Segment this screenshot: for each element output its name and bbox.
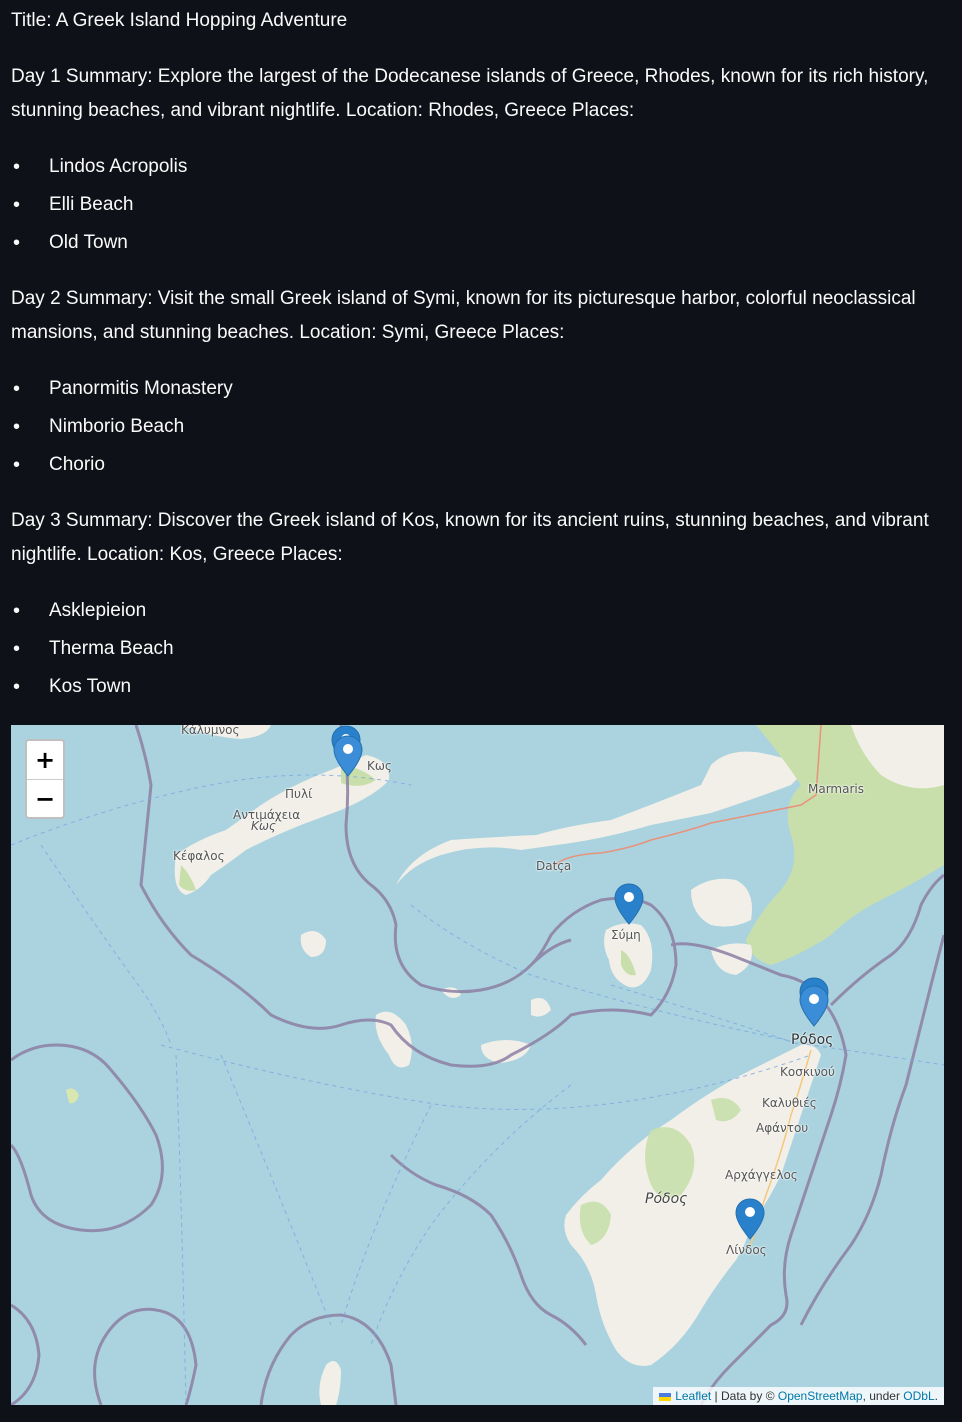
attribution-separator: | Data by © [711, 1389, 778, 1403]
zoom-in-button[interactable]: + [27, 741, 63, 780]
attribution-end: . [934, 1389, 938, 1403]
zoom-out-button[interactable]: − [27, 780, 63, 817]
map-label-kalythies: Καλυθιές [762, 1096, 817, 1110]
map-label-datca: Datça [536, 859, 572, 873]
map-attribution: Leaflet | Data by © OpenStreetMap, under… [653, 1387, 944, 1405]
map-marker-icon[interactable] [614, 883, 644, 925]
map-label-marmaris: Marmaris [808, 782, 864, 796]
place-item: Lindos Acropolis [11, 148, 941, 186]
map-marker-icon[interactable] [333, 735, 363, 777]
map-label-archangelos: Αρχάγγελος [725, 1168, 798, 1182]
place-item: Nimborio Beach [11, 408, 941, 446]
day-2-places: Panormitis Monastery Nimborio Beach Chor… [11, 370, 941, 484]
map-label-rodos-island: Ρόδος [645, 1191, 688, 1207]
zoom-control: + − [25, 739, 65, 819]
map-label-kalymnos: Κάλυμνος [181, 725, 240, 737]
ukraine-flag-icon [659, 1392, 672, 1401]
itinerary: Title: A Greek Island Hopping Adventure … [11, 4, 941, 726]
map-label-kos: Κως [251, 819, 276, 833]
map-label-afantou: Αφάντου [756, 1121, 809, 1135]
map-label-kos-town: Κως [367, 759, 392, 773]
place-item: Old Town [11, 224, 941, 262]
leaflet-link[interactable]: Leaflet [675, 1389, 711, 1403]
day-2-summary: Day 2 Summary: Visit the small Greek isl… [11, 288, 916, 343]
map-label-pyli: Πυλί [285, 787, 313, 801]
openstreetmap-link[interactable]: OpenStreetMap [778, 1389, 863, 1403]
place-item: Elli Beach [11, 186, 941, 224]
map-label-lindos: Λίνδος [726, 1243, 767, 1257]
datca-peninsula [396, 751, 811, 885]
map-marker-icon[interactable] [799, 985, 829, 1027]
itinerary-title: Title: A Greek Island Hopping Adventure [11, 10, 348, 31]
map[interactable]: Κάλυμνος Πυλί Αντιμάχεια Κως Κως Κέφαλος… [11, 725, 944, 1405]
day-1-summary: Day 1 Summary: Explore the largest of th… [11, 66, 929, 121]
map-marker-icon[interactable] [735, 1198, 765, 1240]
day-3-summary: Day 3 Summary: Discover the Greek island… [11, 510, 929, 565]
place-item: Chorio [11, 446, 941, 484]
day-1-places: Lindos Acropolis Elli Beach Old Town [11, 148, 941, 262]
map-label-koskinou: Κοσκινού [780, 1065, 835, 1079]
odbl-link[interactable]: ODbL [903, 1389, 934, 1403]
attribution-under: , under [862, 1389, 904, 1403]
place-item: Kos Town [11, 668, 941, 706]
map-label-kefalos: Κέφαλος [173, 849, 225, 863]
place-item: Panormitis Monastery [11, 370, 941, 408]
map-label-symi: Σύμη [611, 928, 641, 942]
day-3-places: Asklepieion Therma Beach Kos Town [11, 592, 941, 706]
place-item: Asklepieion [11, 592, 941, 630]
place-item: Therma Beach [11, 630, 941, 668]
map-label-rodos-town: Ρόδος [791, 1032, 834, 1048]
